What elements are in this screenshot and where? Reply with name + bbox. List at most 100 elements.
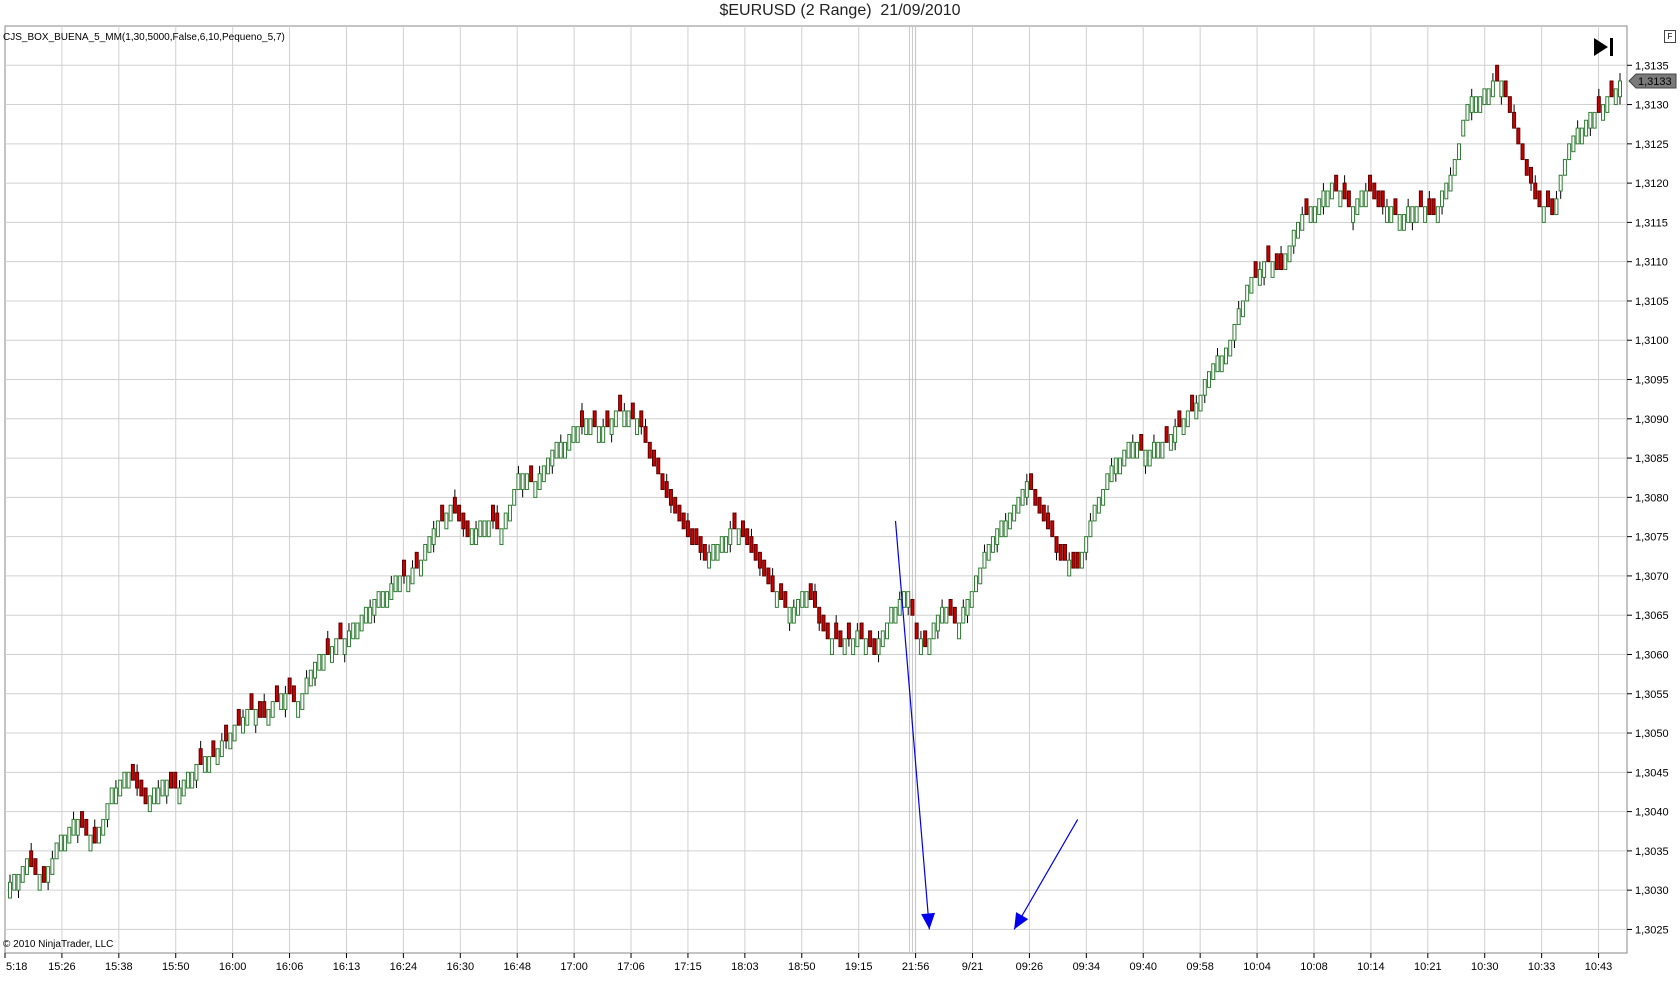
candle-down [1177,410,1182,428]
candle-up [974,575,978,593]
candle-up [164,779,169,797]
candle-up [728,528,733,545]
candle-down [1033,489,1038,506]
candle-up [54,842,59,860]
candle-down [868,630,873,648]
x-tick-label: 16:24 [390,961,418,973]
candle-up [245,708,250,726]
candle-up [863,638,868,655]
candle-up [376,591,381,608]
candle-up [537,473,542,491]
candle-down [681,512,686,530]
candle-up [232,724,237,742]
candle-up [1444,182,1449,200]
chart-title: $EURUSD (2 Range) 21/09/2010 [719,2,961,19]
candle-up [1262,261,1267,278]
candle-up [126,771,131,789]
scroll-to-end-button[interactable] [1592,36,1616,58]
candle-up [359,614,364,632]
candle-up [995,528,1000,545]
candle-down [1503,80,1508,98]
copyright-label: © 2010 NinjaTrader, LLC [3,939,114,950]
candle-up [961,606,966,624]
candle-up [321,653,326,671]
candle-up [931,622,936,640]
chart-window: 1,3025 1,3030 1,3035 1,3040 1,3045 1,3050 1,30… [0,0,1680,998]
candle-up [889,606,894,624]
candle-up [406,575,411,593]
candle-up [635,418,640,436]
candle-up [588,418,593,436]
candle-down [702,543,707,561]
candle-up [1448,174,1453,192]
candle-up [563,441,568,459]
price-chart[interactable]: 1,3025 1,3030 1,3035 1,3040 1,3045 1,3050 1,30… [0,0,1680,998]
candle-down [29,850,34,868]
candle-down [1062,543,1067,561]
y-tick-label: 1,3100 [1635,335,1669,347]
candle-up [1143,449,1148,467]
candle-up [1240,300,1245,318]
candle-up [1588,111,1593,129]
candle-up [1084,536,1089,553]
candle-down [834,622,839,640]
plot-area[interactable] [4,25,1628,954]
candle-up [1173,426,1178,443]
candle-up [389,583,394,600]
candle-down [1533,182,1538,200]
candle-up [787,606,792,624]
candle-up [427,536,432,553]
candle-down [1346,190,1351,208]
candle-up [435,520,440,538]
x-tick-label: 10:33 [1528,961,1556,973]
candle-up [469,528,474,545]
candle-down [461,512,466,530]
candle-down [338,622,343,640]
candle-up [418,559,423,577]
candle-up [1482,88,1487,106]
candle-up [719,536,724,553]
candle-down [630,402,635,420]
candle-up [1291,229,1296,247]
candle-down [262,701,267,718]
candle-up [1223,347,1228,365]
candle-up [851,638,856,655]
indicator-label: CJS_BOX_BUENA_5_MM(1,30,5000,False,6,10,… [3,32,285,43]
skip-to-end-icon [1594,38,1613,56]
candle-up [1003,520,1008,538]
candle-up [554,441,559,459]
candle-down [1190,394,1195,412]
candle-down [84,818,89,836]
candle-down [80,811,85,828]
candle-up [156,787,161,805]
candle-down [1071,551,1076,569]
candle-up [317,653,322,671]
x-tick-label: 15:26 [48,961,76,973]
candle-down [1304,198,1309,216]
candle-down [1274,253,1279,271]
candle-up [893,606,898,624]
candle-down [1266,245,1271,263]
f-button[interactable]: F [1664,30,1676,43]
candle-down [169,771,173,789]
candle-up [1067,559,1072,577]
candle-up [1541,206,1546,223]
candle-up [1215,355,1220,373]
candle-up [969,591,974,608]
candle-up [990,536,995,553]
candle-down [274,685,279,703]
candle-down [465,520,470,538]
y-tick-label: 1,3090 [1635,414,1669,426]
candle-up [622,410,627,428]
candle-up [1283,253,1288,271]
candle-up [1202,379,1207,396]
candle-down [618,394,623,412]
y-tick-label: 1,3055 [1635,689,1669,701]
candle-up [1007,512,1012,530]
candle-up [957,622,962,640]
candle-down [414,551,419,569]
candle-up [1020,489,1025,506]
x-tick-label: 10:21 [1414,961,1442,973]
candle-down [656,457,661,475]
candle-down [1054,536,1059,553]
